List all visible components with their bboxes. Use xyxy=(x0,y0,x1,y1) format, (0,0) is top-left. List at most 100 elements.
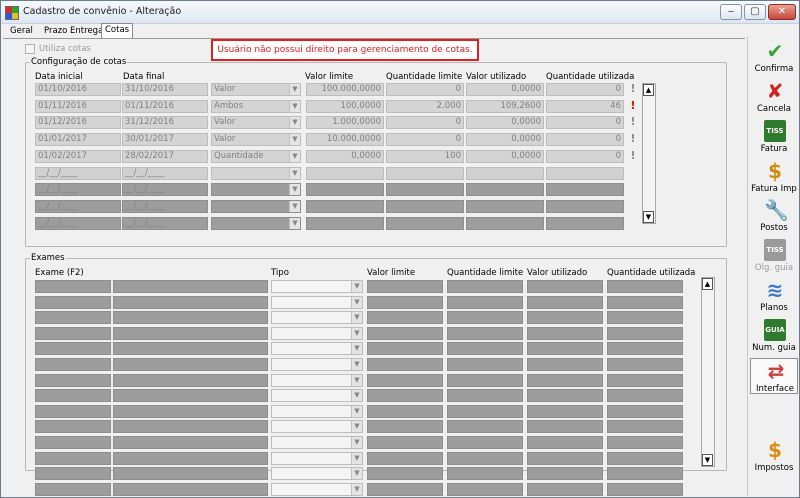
exame-cell[interactable] xyxy=(113,280,268,293)
exame-cell[interactable] xyxy=(367,358,443,371)
chevron-down-icon[interactable]: ▼ xyxy=(351,359,362,370)
exame-field[interactable] xyxy=(35,295,111,309)
valor-util-field[interactable] xyxy=(466,183,544,197)
valor-util-field[interactable] xyxy=(466,199,544,213)
tipo-select[interactable]: ▼ xyxy=(271,373,363,387)
impostos-button[interactable]: $ Impostos xyxy=(750,438,798,474)
qtd-util-field[interactable]: 0 xyxy=(546,116,624,130)
qtd-util-field[interactable]: 0 xyxy=(546,149,624,163)
qtd-limite-field[interactable] xyxy=(386,199,464,213)
qtd-util-field[interactable]: 0 xyxy=(546,83,624,96)
start-date-field[interactable]: __/__/____ xyxy=(35,183,121,197)
exame-cell[interactable] xyxy=(367,373,443,387)
exame-cell[interactable] xyxy=(367,342,443,356)
qtd-util-field[interactable]: 0 xyxy=(546,133,624,147)
valor-limite-field[interactable] xyxy=(306,216,384,230)
exame-cell[interactable] xyxy=(447,280,523,293)
qtd-limite-field[interactable] xyxy=(386,216,464,230)
exame-field[interactable] xyxy=(35,373,111,387)
cancela-button[interactable]: ✘ Cancela xyxy=(750,79,798,115)
exame-cell[interactable] xyxy=(527,295,603,309)
valor-util-field[interactable]: 0,0000 xyxy=(466,149,544,163)
maximize-button[interactable]: ▢ xyxy=(744,4,766,20)
chevron-down-icon[interactable]: ▼ xyxy=(351,405,362,417)
tipo-select[interactable]: ▼ xyxy=(271,404,363,418)
exame-cell[interactable] xyxy=(607,295,683,309)
scroll-up-button[interactable]: ▲ xyxy=(643,84,654,96)
type-select[interactable]: Quantidade ▼ xyxy=(211,149,301,163)
exame-field[interactable] xyxy=(35,420,111,434)
valor-limite-field[interactable] xyxy=(306,183,384,197)
valor-limite-field[interactable]: 100,0000 xyxy=(306,99,384,113)
chevron-down-icon[interactable]: ▼ xyxy=(289,134,300,146)
exame-cell[interactable] xyxy=(367,280,443,293)
num-guia-button[interactable]: GUIA Num. guia xyxy=(750,318,798,354)
fatura-imp-button[interactable]: $ Fatura Imp xyxy=(750,159,798,195)
chevron-down-icon[interactable]: ▼ xyxy=(289,150,300,162)
exame-cell[interactable] xyxy=(113,326,268,340)
qtd-util-field[interactable] xyxy=(546,199,624,213)
exame-cell[interactable] xyxy=(527,482,603,496)
type-select[interactable]: Ambos ▼ xyxy=(211,99,301,113)
exame-cell[interactable] xyxy=(113,436,268,449)
exame-cell[interactable] xyxy=(367,326,443,340)
start-date-field[interactable]: 01/01/2017 xyxy=(35,133,121,147)
qtd-util-field[interactable] xyxy=(546,183,624,197)
chevron-down-icon[interactable]: ▼ xyxy=(351,390,362,402)
chevron-down-icon[interactable]: ▼ xyxy=(351,343,362,355)
scroll-down-button[interactable]: ▼ xyxy=(643,211,654,223)
chevron-down-icon[interactable]: ▼ xyxy=(289,200,300,212)
exame-cell[interactable] xyxy=(113,358,268,371)
exame-cell[interactable] xyxy=(113,420,268,434)
type-select[interactable]: Valor ▼ xyxy=(211,133,301,147)
exame-cell[interactable] xyxy=(447,358,523,371)
exame-cell[interactable] xyxy=(607,358,683,371)
exame-cell[interactable] xyxy=(527,311,603,325)
qtd-util-field[interactable] xyxy=(546,166,624,180)
chevron-down-icon[interactable]: ▼ xyxy=(289,184,300,196)
qtd-limite-field[interactable] xyxy=(386,166,464,180)
end-date-field[interactable]: __/__/____ xyxy=(122,199,208,213)
fatura-button[interactable]: TISS Fatura xyxy=(750,119,798,155)
end-date-field[interactable]: 31/12/2016 xyxy=(122,116,208,130)
tipo-select[interactable]: ▼ xyxy=(271,467,363,481)
interface-button[interactable]: ⇄ Interface xyxy=(750,358,798,394)
exame-cell[interactable] xyxy=(113,482,268,496)
end-date-field[interactable]: __/__/____ xyxy=(122,183,208,197)
scroll-up-button[interactable]: ▲ xyxy=(702,278,713,290)
exame-cell[interactable] xyxy=(607,482,683,496)
chevron-down-icon[interactable]: ▼ xyxy=(351,327,362,339)
exame-cell[interactable] xyxy=(113,373,268,387)
exame-cell[interactable] xyxy=(607,342,683,356)
exame-cell[interactable] xyxy=(367,436,443,449)
exame-field[interactable] xyxy=(35,358,111,371)
minimize-button[interactable]: ‒ xyxy=(720,4,742,20)
exame-cell[interactable] xyxy=(607,373,683,387)
exame-cell[interactable] xyxy=(447,373,523,387)
exame-cell[interactable] xyxy=(447,420,523,434)
type-select[interactable]: Valor ▼ xyxy=(211,83,301,96)
chevron-down-icon[interactable]: ▼ xyxy=(351,281,362,292)
valor-util-field[interactable] xyxy=(466,166,544,180)
chevron-down-icon[interactable]: ▼ xyxy=(289,167,300,179)
start-date-field[interactable]: __/__/____ xyxy=(35,166,121,180)
type-select[interactable]: ▼ xyxy=(211,216,301,230)
chevron-down-icon[interactable]: ▼ xyxy=(351,468,362,480)
exame-cell[interactable] xyxy=(367,420,443,434)
tipo-select[interactable]: ▼ xyxy=(271,358,363,371)
exame-cell[interactable] xyxy=(527,342,603,356)
exame-cell[interactable] xyxy=(607,404,683,418)
chevron-down-icon[interactable]: ▼ xyxy=(351,437,362,448)
tipo-select[interactable]: ▼ xyxy=(271,451,363,465)
chevron-down-icon[interactable]: ▼ xyxy=(351,483,362,495)
chevron-down-icon[interactable]: ▼ xyxy=(289,100,300,112)
valor-limite-field[interactable]: 10.000,0000 xyxy=(306,133,384,147)
exame-cell[interactable] xyxy=(447,451,523,465)
exame-cell[interactable] xyxy=(527,326,603,340)
end-date-field[interactable]: 31/10/2016 xyxy=(122,83,208,96)
type-select[interactable]: ▼ xyxy=(211,166,301,180)
exame-cell[interactable] xyxy=(447,342,523,356)
end-date-field[interactable]: 28/02/2017 xyxy=(122,149,208,163)
exame-cell[interactable] xyxy=(113,467,268,481)
close-button[interactable]: ✕ xyxy=(768,4,796,20)
